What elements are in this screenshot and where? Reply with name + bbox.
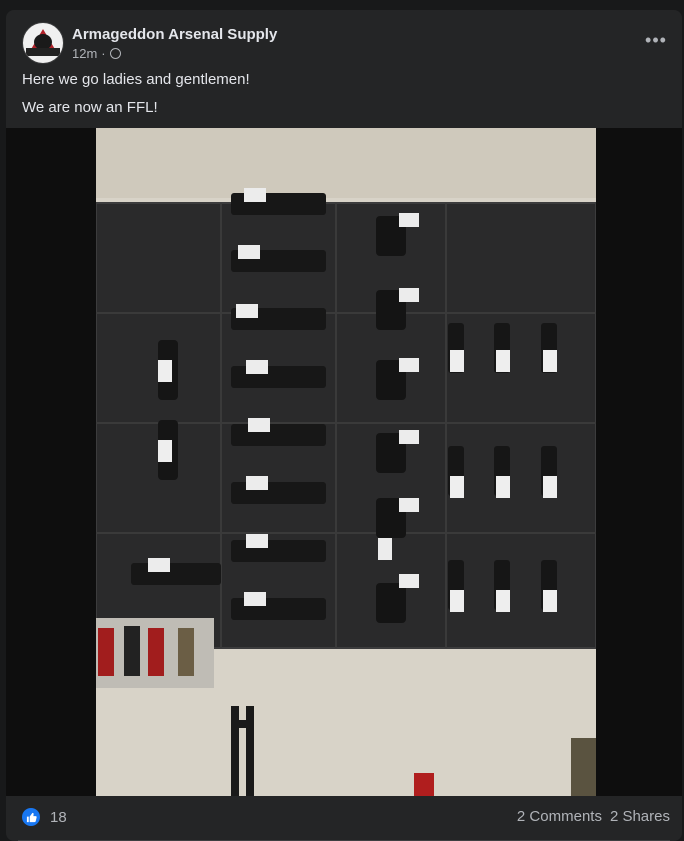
post-header: Armageddon Arsenal Supply 12m · <box>22 22 277 64</box>
page-avatar[interactable] <box>22 22 64 64</box>
engagement-stats: 2 Comments 2 Shares <box>517 808 670 825</box>
post-meta: Armageddon Arsenal Supply 12m · <box>72 26 277 61</box>
time-row: 12m · <box>72 46 277 61</box>
post-footer: 18 2 Comments 2 Shares <box>6 796 682 841</box>
globe-icon <box>109 47 121 59</box>
logo-band <box>26 48 60 56</box>
post-text: Here we go ladies and gentlemen! We are … <box>22 70 250 126</box>
post-media[interactable] <box>6 128 682 796</box>
magazine-display <box>96 618 214 688</box>
floor-outlet <box>414 773 434 796</box>
post-text-line: Here we go ladies and gentlemen! <box>22 71 250 88</box>
page-name-link[interactable]: Armageddon Arsenal Supply <box>72 26 277 43</box>
post-card: Armageddon Arsenal Supply 12m · ••• Here… <box>6 10 682 841</box>
like-icon[interactable] <box>22 808 40 826</box>
comments-count-link[interactable]: 2 Comments <box>517 808 602 825</box>
shares-count-link[interactable]: 2 Shares <box>610 808 670 825</box>
photo-ceiling <box>96 128 596 198</box>
right-box <box>571 738 596 796</box>
more-options-icon: ••• <box>645 29 667 50</box>
post-photo[interactable] <box>96 128 596 796</box>
more-options-button[interactable]: ••• <box>642 30 670 50</box>
thumb-up-icon <box>26 812 37 822</box>
reaction-count[interactable]: 18 <box>50 809 67 826</box>
post-text-line: We are now an FFL! <box>22 99 158 116</box>
meta-separator: · <box>101 45 106 61</box>
post-timestamp[interactable]: 12m <box>72 46 97 61</box>
